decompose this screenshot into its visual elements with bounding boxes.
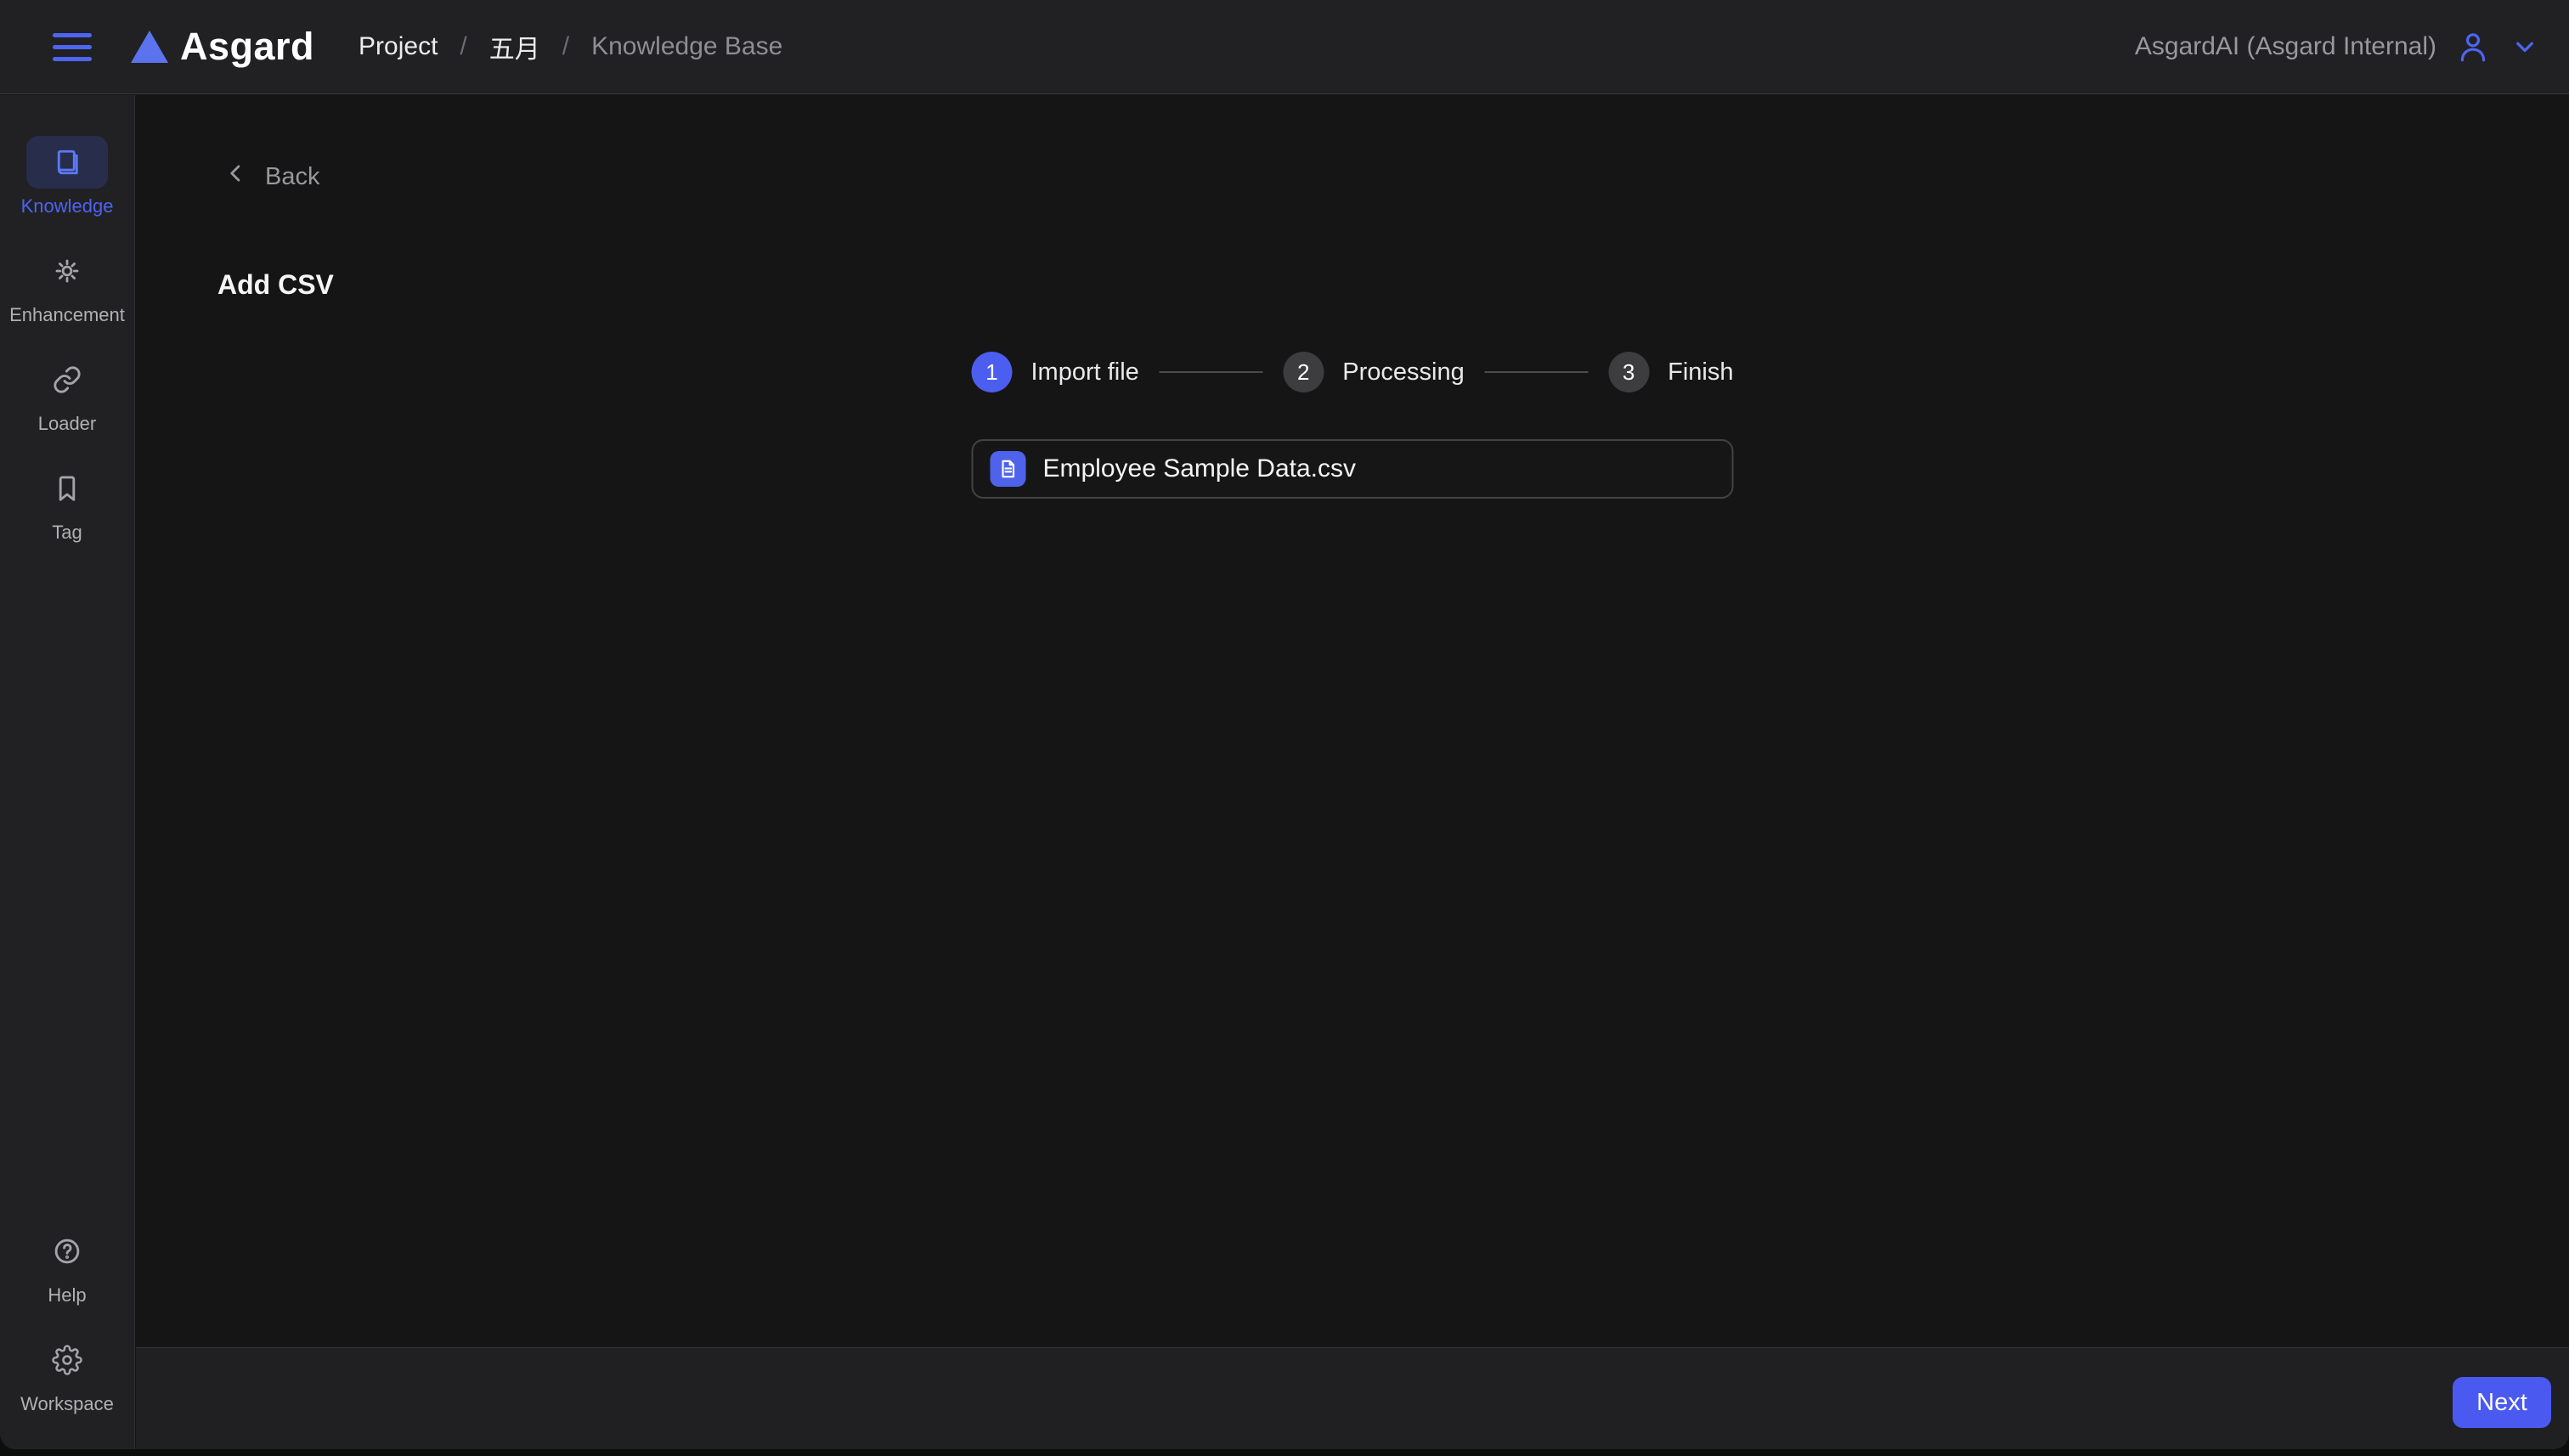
- step-3-label: Finish: [1668, 358, 1733, 387]
- bookmark-icon: [26, 462, 108, 515]
- sidebar-item-help[interactable]: Help: [26, 1225, 108, 1306]
- chevron-left-icon: [224, 161, 248, 192]
- menu-hamburger-icon[interactable]: [53, 33, 92, 61]
- topbar: Asgard Project / 五月 / Knowledge Base Asg…: [0, 0, 2569, 94]
- brand-name: Asgard: [180, 25, 314, 69]
- csv-document-icon: [991, 451, 1026, 487]
- file-name: Employee Sample Data.csv: [1043, 454, 1357, 483]
- sidebar-item-tag[interactable]: Tag: [26, 462, 108, 544]
- sidebar-item-label: Knowledge: [21, 195, 114, 217]
- sidebar-item-enhancement[interactable]: Enhancement: [9, 245, 125, 326]
- back-label: Back: [265, 163, 319, 191]
- step-connector: [1485, 371, 1588, 373]
- book-icon: [26, 136, 108, 189]
- step-1-label: Import file: [1031, 358, 1139, 387]
- chevron-down-icon[interactable]: [2510, 31, 2540, 62]
- breadcrumb-project[interactable]: Project: [359, 32, 438, 61]
- main-content: Back Add CSV 1 Import file 2 Processing …: [136, 95, 2569, 1347]
- sidebar-item-label: Help: [48, 1284, 86, 1306]
- breadcrumb-separator: /: [460, 32, 466, 61]
- user-icon: [2455, 29, 2491, 65]
- sun-icon: [26, 245, 108, 297]
- step-connector: [1160, 371, 1262, 373]
- account-label: AsgardAI (Asgard Internal): [2135, 32, 2436, 61]
- question-circle-icon: [26, 1225, 108, 1278]
- sidebar-item-label: Tag: [52, 522, 82, 544]
- step-3-badge: 3: [1608, 352, 1649, 392]
- app-window: Asgard Project / 五月 / Knowledge Base Asg…: [0, 0, 2569, 1449]
- triangle-logo-icon: [131, 31, 168, 63]
- sidebar-item-loader[interactable]: Loader: [26, 353, 108, 435]
- step-2-label: Processing: [1342, 358, 1464, 387]
- account-menu[interactable]: AsgardAI (Asgard Internal): [2135, 29, 2540, 65]
- gear-icon: [26, 1334, 108, 1386]
- sidebar-item-knowledge[interactable]: Knowledge: [21, 136, 114, 217]
- step-processing: 2 Processing: [1283, 352, 1464, 392]
- sidebar-item-workspace[interactable]: Workspace: [20, 1334, 114, 1415]
- sidebar-item-label: Workspace: [20, 1393, 114, 1415]
- stepper: 1 Import file 2 Processing 3 Finish: [972, 352, 1734, 392]
- breadcrumb: Project / 五月 / Knowledge Base: [359, 28, 782, 65]
- sidebar: Knowledge Enhancement Loader: [0, 95, 135, 1449]
- brand-logo: Asgard: [131, 25, 314, 69]
- sidebar-item-label: Enhancement: [9, 304, 125, 326]
- sidebar-item-label: Loader: [38, 413, 97, 435]
- back-button[interactable]: Back: [224, 161, 319, 192]
- breadcrumb-current-page: Knowledge Base: [591, 32, 782, 61]
- wizard-footer: Next: [136, 1347, 2569, 1449]
- link-icon: [26, 353, 108, 406]
- step-2-badge: 2: [1283, 352, 1324, 392]
- page-title: Add CSV: [217, 269, 334, 301]
- next-button[interactable]: Next: [2453, 1377, 2551, 1428]
- breadcrumb-folder[interactable]: 五月: [489, 28, 540, 65]
- import-wizard: 1 Import file 2 Processing 3 Finish: [972, 352, 1734, 499]
- imported-file-card[interactable]: Employee Sample Data.csv: [972, 439, 1734, 499]
- step-1-badge: 1: [972, 352, 1013, 392]
- breadcrumb-separator: /: [562, 32, 569, 61]
- step-import-file: 1 Import file: [972, 352, 1139, 392]
- step-finish: 3 Finish: [1608, 352, 1733, 392]
